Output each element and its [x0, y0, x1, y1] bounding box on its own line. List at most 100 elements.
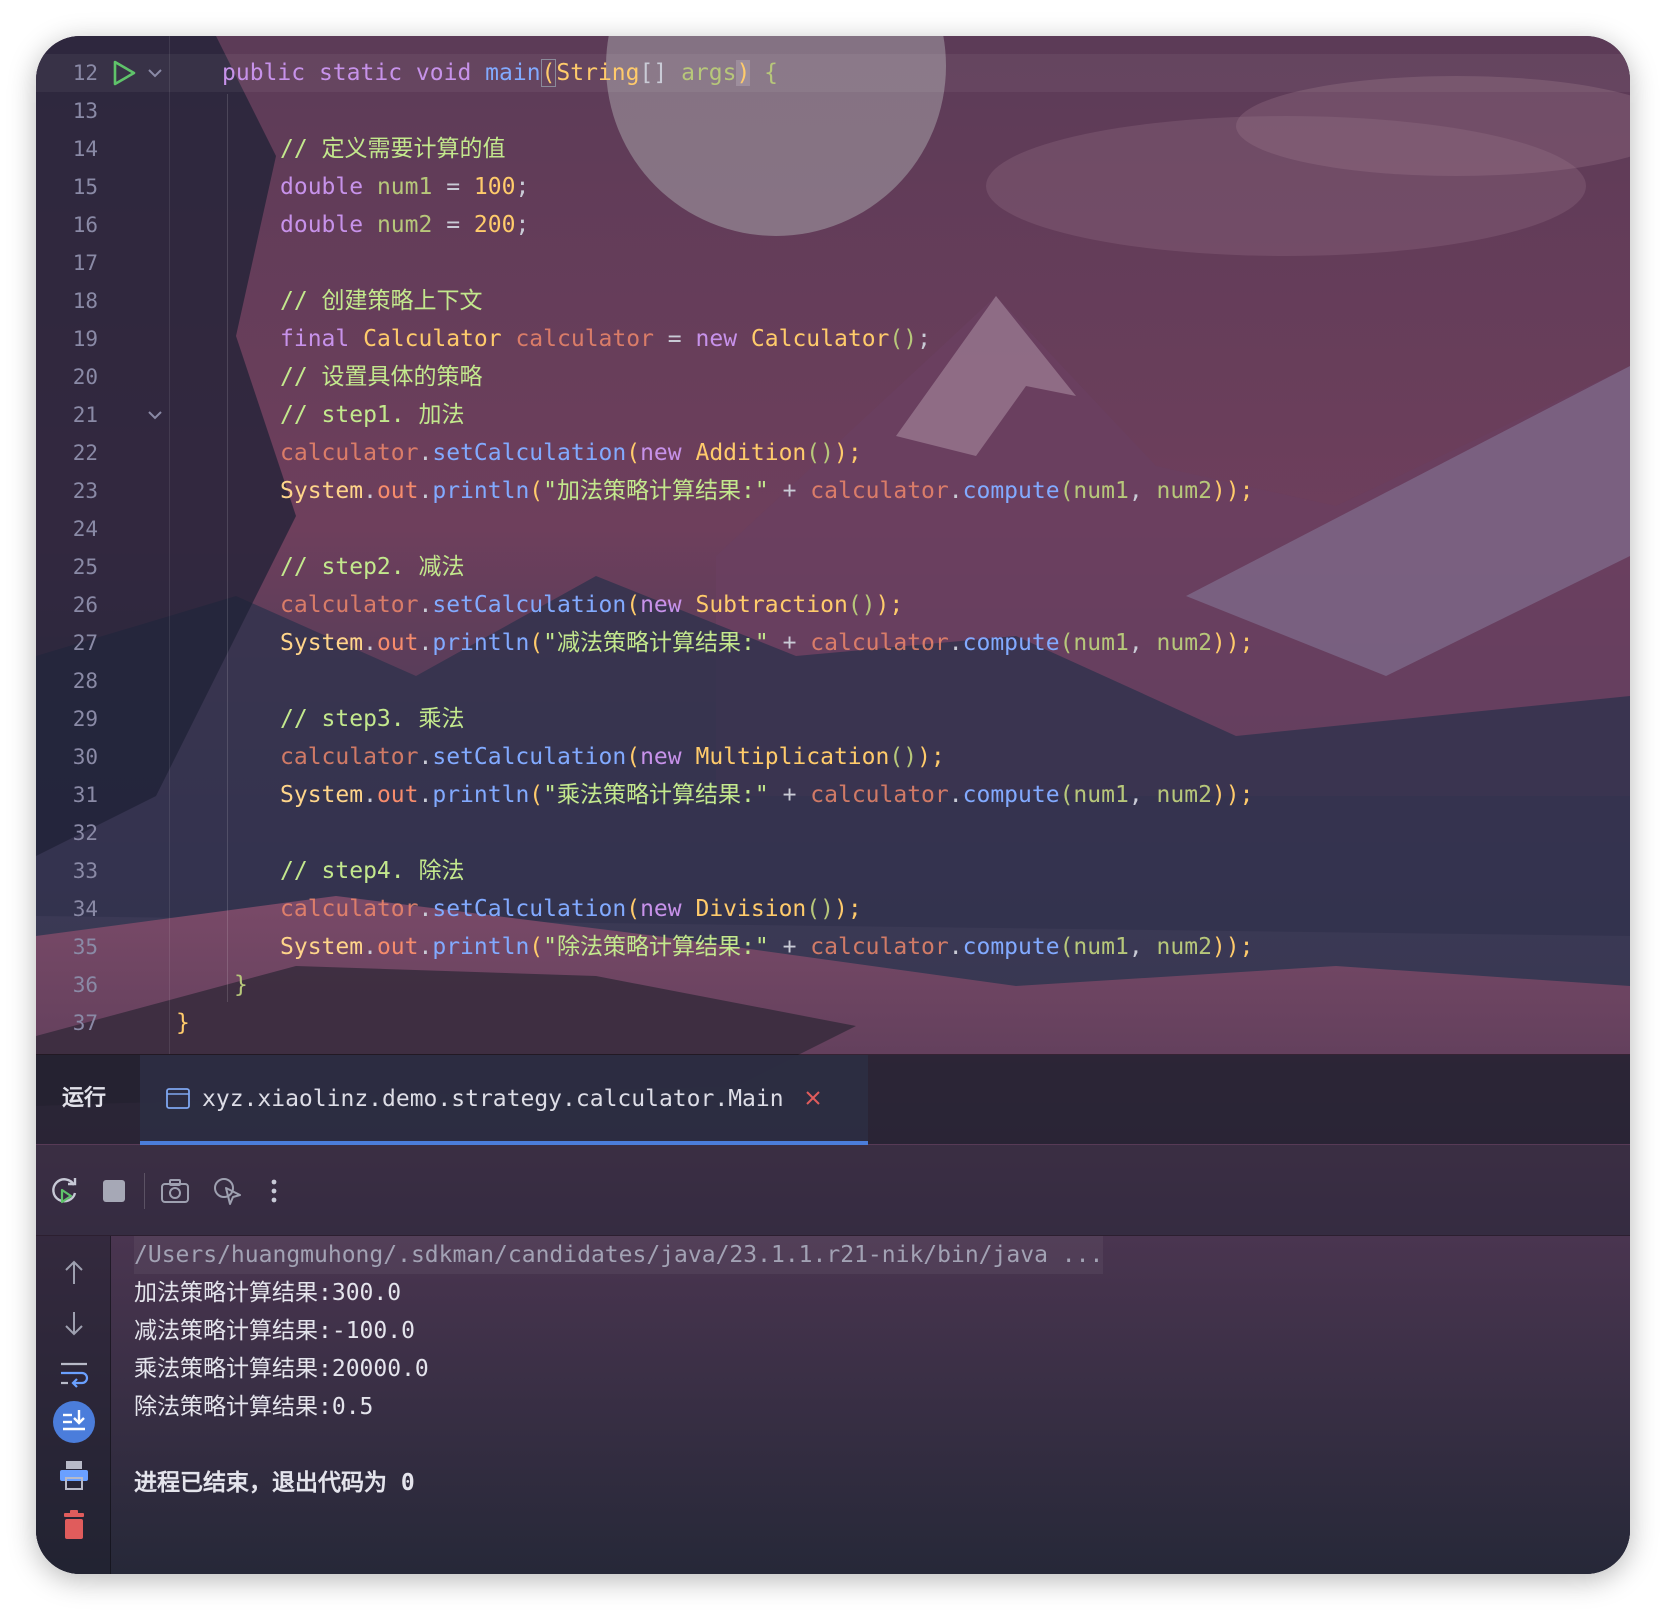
- code-text: System.out.println("加法策略计算结果:" + calcula…: [280, 478, 1254, 504]
- code-line[interactable]: 26 calculator.setCalculation(new Subtrac…: [36, 586, 1630, 624]
- code-line[interactable]: 29 // step3. 乘法: [36, 700, 1630, 738]
- stop-icon[interactable]: [98, 1175, 130, 1207]
- code-comment: // step3. 乘法: [280, 706, 465, 732]
- code-line[interactable]: 15 double num1 = 100;: [36, 168, 1630, 206]
- line-number: 37: [72, 1011, 98, 1035]
- code-line[interactable]: 37 }: [36, 1004, 1630, 1042]
- code-text: }: [234, 972, 248, 998]
- pointer-icon[interactable]: [211, 1175, 243, 1207]
- code-line[interactable]: 16 double num2 = 200;: [36, 206, 1630, 244]
- arrow-down-icon[interactable]: [57, 1306, 91, 1340]
- run-icon[interactable]: [111, 59, 137, 87]
- code-comment: // 创建策略上下文: [280, 288, 483, 314]
- code-text: calculator.setCalculation(new Subtractio…: [280, 592, 904, 618]
- code-line[interactable]: 12 public static void main(String[] args…: [36, 54, 1630, 92]
- code-text: double num2 = 200;: [280, 212, 530, 238]
- code-line[interactable]: 14 // 定义需要计算的值: [36, 130, 1630, 168]
- code-line[interactable]: 17: [36, 244, 1630, 282]
- line-number: 14: [72, 137, 98, 161]
- code-line[interactable]: 31 System.out.println("乘法策略计算结果:" + calc…: [36, 776, 1630, 814]
- line-number: 22: [72, 441, 98, 465]
- tab-run-configuration[interactable]: xyz.xiaolinz.demo.strategy.calculator.Ma…: [140, 1055, 868, 1144]
- line-number: 26: [72, 593, 98, 617]
- code-line[interactable]: 20 // 设置具体的策略: [36, 358, 1630, 396]
- code-line[interactable]: 24: [36, 510, 1630, 548]
- line-number: 20: [72, 365, 98, 389]
- line-number: 15: [72, 175, 98, 199]
- line-number: 34: [72, 897, 98, 921]
- code-text: }: [176, 1010, 190, 1036]
- rerun-icon[interactable]: [48, 1175, 80, 1207]
- run-tool-window-header: 运行 xyz.xiaolinz.demo.strategy.calculator…: [36, 1055, 1630, 1145]
- line-number: 33: [72, 859, 98, 883]
- chevron-down-icon[interactable]: [146, 66, 164, 80]
- print-icon[interactable]: [57, 1458, 91, 1492]
- line-number: 18: [72, 289, 98, 313]
- code-line[interactable]: 36 }: [36, 966, 1630, 1004]
- code-comment: // step2. 减法: [280, 554, 465, 580]
- code-text: calculator.setCalculation(new Division()…: [280, 896, 862, 922]
- line-number: 28: [72, 669, 98, 693]
- run-panel-title: 运行: [62, 1086, 107, 1111]
- line-number: 25: [72, 555, 98, 579]
- code-comment: // 定义需要计算的值: [280, 136, 506, 162]
- trash-icon[interactable]: [57, 1508, 91, 1542]
- line-number: 16: [72, 213, 98, 237]
- code-text: final Calculator calculator = new Calcul…: [280, 326, 931, 352]
- code-line[interactable]: 23 System.out.println("加法策略计算结果:" + calc…: [36, 472, 1630, 510]
- code-line[interactable]: 19 final Calculator calculator = new Cal…: [36, 320, 1630, 358]
- code-text: System.out.println("除法策略计算结果:" + calcula…: [280, 934, 1254, 960]
- console-output-line: 减法策略计算结果:-100.0: [134, 1318, 415, 1344]
- console-output-line: 加法策略计算结果:300.0: [134, 1280, 402, 1306]
- code-line[interactable]: 34 calculator.setCalculation(new Divisio…: [36, 890, 1630, 928]
- code-line[interactable]: 28: [36, 662, 1630, 700]
- code-line[interactable]: 30 calculator.setCalculation(new Multipl…: [36, 738, 1630, 776]
- line-number: 23: [72, 479, 98, 503]
- arrow-up-icon[interactable]: [57, 1256, 91, 1290]
- code-editor[interactable]: 12 public static void main(String[] args…: [36, 36, 1630, 1054]
- line-number: 32: [72, 821, 98, 845]
- line-number: 19: [72, 327, 98, 351]
- code-line[interactable]: 13: [36, 92, 1630, 130]
- run-toolbar: [36, 1145, 1630, 1235]
- code-comment: // step1. 加法: [280, 402, 465, 428]
- line-number: 21: [72, 403, 98, 427]
- code-text: double num1 = 100;: [280, 174, 530, 200]
- line-number: 12: [72, 61, 98, 85]
- code-line[interactable]: 32: [36, 814, 1630, 852]
- more-vertical-icon[interactable]: [258, 1175, 290, 1207]
- line-number: 30: [72, 745, 98, 769]
- line-number: 27: [72, 631, 98, 655]
- code-text: calculator.setCalculation(new Multiplica…: [280, 744, 945, 770]
- line-number: 36: [72, 973, 98, 997]
- line-number: 17: [72, 251, 98, 275]
- console-output-line: 除法策略计算结果:0.5: [134, 1394, 374, 1420]
- code-text: public static void main(String[] args) {: [222, 59, 779, 87]
- code-line[interactable]: 25 // step2. 减法: [36, 548, 1630, 586]
- line-number: 35: [72, 935, 98, 959]
- tab-title: xyz.xiaolinz.demo.strategy.calculator.Ma…: [202, 1086, 784, 1112]
- line-number: 24: [72, 517, 98, 541]
- console-side-toolbar: [36, 1236, 111, 1574]
- line-number: 31: [72, 783, 98, 807]
- scroll-to-end-icon[interactable]: [52, 1400, 96, 1444]
- code-text: System.out.println("减法策略计算结果:" + calcula…: [280, 630, 1254, 656]
- code-text: System.out.println("乘法策略计算结果:" + calcula…: [280, 782, 1254, 808]
- code-line[interactable]: 33 // step4. 除法: [36, 852, 1630, 890]
- code-line[interactable]: 21 // step1. 加法: [36, 396, 1630, 434]
- console-command-line[interactable]: /Users/huangmuhong/.sdkman/candidates/ja…: [134, 1236, 1104, 1274]
- code-comment: // 设置具体的策略: [280, 364, 483, 390]
- console-icon: [166, 1088, 190, 1109]
- camera-icon[interactable]: [159, 1175, 191, 1207]
- console-output-line: 乘法策略计算结果:20000.0: [134, 1356, 429, 1382]
- line-number: 13: [72, 99, 98, 123]
- soft-wrap-icon[interactable]: [57, 1356, 91, 1390]
- toolbar-separator: [144, 1173, 145, 1209]
- code-line[interactable]: 27 System.out.println("减法策略计算结果:" + calc…: [36, 624, 1630, 662]
- code-line[interactable]: 18 // 创建策略上下文: [36, 282, 1630, 320]
- line-number: 29: [72, 707, 98, 731]
- close-icon[interactable]: [802, 1087, 824, 1109]
- code-line[interactable]: 22 calculator.setCalculation(new Additio…: [36, 434, 1630, 472]
- console-exit-message: 进程已结束，退出代码为 0: [134, 1470, 415, 1496]
- code-line[interactable]: 35 System.out.println("除法策略计算结果:" + calc…: [36, 928, 1630, 966]
